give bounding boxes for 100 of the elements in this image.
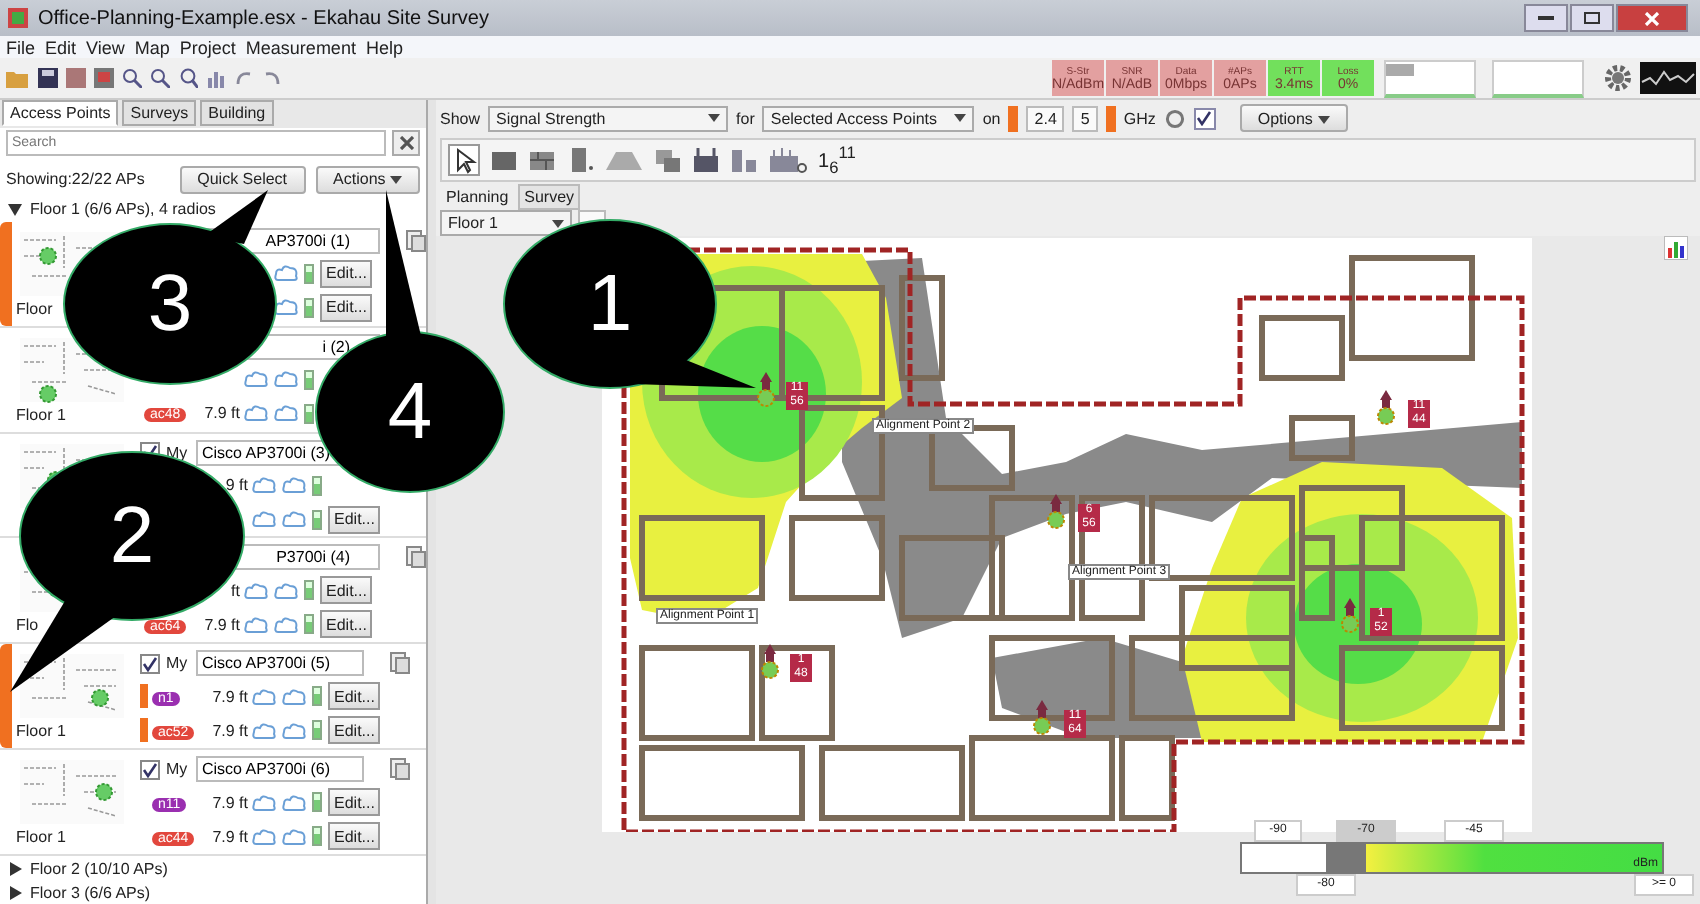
view-tab[interactable]: Survey (518, 184, 581, 210)
cloud-icon (252, 793, 278, 812)
menu-item[interactable]: View (86, 37, 125, 57)
cloud-icon (252, 687, 278, 706)
my-checkbox[interactable] (140, 653, 160, 674)
edit-button[interactable]: Edit... (320, 259, 373, 288)
save-icon[interactable] (38, 68, 58, 88)
menu-item[interactable]: Project (179, 37, 236, 57)
strong-coverage-area (1294, 564, 1422, 684)
cloud-icon (282, 687, 308, 706)
callout-number: 2 (109, 496, 155, 576)
edit-button[interactable]: Edit... (328, 682, 381, 711)
quick-select-button[interactable]: Quick Select (179, 165, 306, 194)
overlay-checkbox[interactable] (1193, 107, 1216, 129)
menu-item[interactable]: Edit (45, 37, 77, 57)
copy-icon[interactable] (390, 758, 410, 781)
floor-group-label[interactable]: Floor 2 (10/10 APs) (30, 859, 168, 878)
copy-icon[interactable] (406, 229, 426, 252)
battery-icon (304, 580, 314, 601)
settings-icon[interactable] (1604, 64, 1632, 92)
edit-button[interactable]: Edit... (328, 716, 381, 745)
copy-icon[interactable] (390, 652, 410, 675)
copy-icon[interactable] (406, 546, 426, 569)
pillar-icon[interactable] (566, 146, 594, 174)
actions-button[interactable]: Actions (315, 165, 420, 194)
ap-count-text: Showing:22/22 APs (6, 170, 147, 189)
band-toggle[interactable]: 2.4 (1026, 105, 1065, 131)
edit-button[interactable]: Edit... (320, 576, 373, 605)
access-point-tool-icon[interactable] (692, 146, 720, 174)
floor-dropdown[interactable]: Floor 1 (440, 210, 572, 236)
edit-button[interactable]: Edit... (328, 822, 381, 851)
caret-icon (954, 114, 967, 122)
cloud-icon (252, 510, 278, 529)
options-button[interactable]: Options (1239, 104, 1348, 132)
ap-name-field[interactable]: Cisco AP3700i (6) (196, 756, 364, 783)
redo-icon[interactable] (262, 68, 282, 88)
access-point-filter-dropdown[interactable]: Selected Access Points (762, 105, 975, 131)
blocks-icon[interactable] (654, 146, 682, 174)
edit-button[interactable]: Edit... (320, 610, 373, 639)
floor-group-label[interactable]: Floor 1 (6/6 APs), 4 radios (30, 200, 216, 219)
clear-button[interactable] (392, 129, 420, 156)
show-dropdown[interactable]: Signal Strength (488, 105, 729, 131)
edit-button[interactable]: Edit... (328, 788, 381, 817)
access-point-marker-icon[interactable] (1374, 390, 1398, 426)
zoom-out-icon[interactable] (150, 68, 170, 88)
edit-button[interactable]: Edit... (328, 505, 381, 534)
edit-button[interactable]: Edit... (320, 293, 373, 322)
brick-wall-icon[interactable] (528, 146, 556, 174)
panel-tab[interactable]: Access Points (2, 100, 119, 126)
battery-icon (304, 297, 314, 318)
cloud-icon (274, 298, 300, 317)
cloud-icon (282, 476, 308, 495)
my-checkbox[interactable] (140, 759, 160, 780)
my-label: My (166, 654, 188, 673)
spectrum-graph-icon[interactable] (1640, 62, 1696, 94)
callout-number: 1 (587, 264, 633, 344)
battery-icon (312, 686, 322, 707)
panel-tab[interactable]: Building (200, 100, 274, 126)
wall-icon[interactable] (490, 146, 518, 174)
menu-item[interactable]: File (6, 37, 36, 57)
cloud-icon (252, 476, 278, 495)
maximize-button[interactable] (1570, 4, 1614, 32)
undo-icon[interactable] (234, 68, 254, 88)
menu-item[interactable]: Map (134, 37, 170, 57)
view-tab[interactable]: Planning (440, 184, 515, 210)
band-toggle[interactable]: 5 (1072, 105, 1098, 131)
access-point-marker-icon[interactable] (1044, 494, 1068, 530)
ap-name-field[interactable]: Cisco AP3700i (5) (196, 650, 364, 677)
callout-number: 3 (147, 264, 193, 344)
expand-arrow-icon[interactable] (8, 885, 22, 900)
access-point-marker-icon[interactable] (758, 644, 782, 680)
battery-icon (312, 826, 322, 847)
for-label: for (736, 109, 755, 127)
floor-label: Floor (16, 299, 53, 318)
panel-tab[interactable]: Surveys (122, 100, 197, 126)
pointer-icon[interactable] (448, 144, 480, 176)
expand-arrow-icon[interactable] (8, 861, 22, 876)
battery-icon (304, 263, 314, 284)
minimize-button[interactable] (1524, 4, 1568, 32)
bar-chart-icon[interactable] (1664, 236, 1688, 260)
floor-label: Floor 1 (16, 405, 66, 424)
my-label: My (166, 760, 188, 779)
access-point-marker-icon[interactable] (1338, 598, 1362, 634)
expand-arrow-icon[interactable] (8, 202, 22, 217)
antenna-icon[interactable] (730, 146, 758, 174)
access-point-marker-icon[interactable] (1030, 700, 1054, 736)
refresh-icon[interactable] (1163, 107, 1186, 129)
menu-item[interactable]: Help (365, 37, 403, 57)
search-icon[interactable] (178, 68, 198, 88)
cloud-icon (282, 721, 308, 740)
close-button[interactable] (1616, 4, 1688, 32)
access-point-marker-icon[interactable] (754, 372, 778, 408)
auto-placement-icon[interactable] (768, 146, 808, 174)
floor-group-label[interactable]: Floor 3 (6/6 APs) (30, 883, 151, 902)
battery-icon (312, 792, 322, 813)
zoom-in-icon[interactable] (122, 68, 142, 88)
menu-item[interactable]: Measurement (245, 37, 356, 57)
battery-icon (312, 475, 322, 496)
floor-label: Floor 1 (16, 828, 66, 847)
close-icon (399, 135, 413, 150)
